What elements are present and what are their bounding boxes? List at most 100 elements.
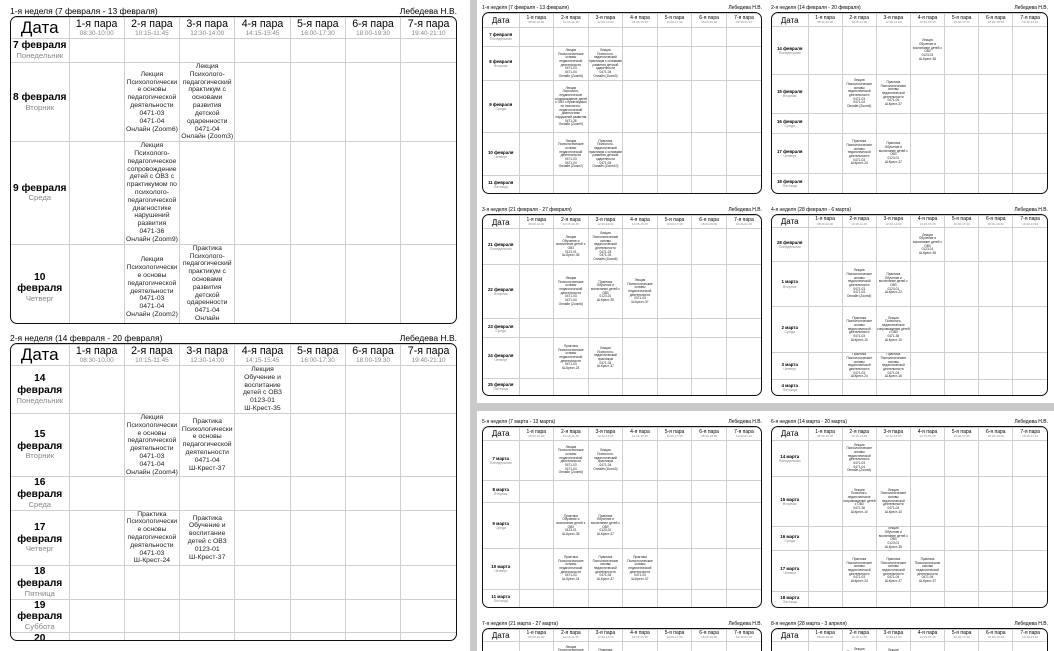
class-slot[interactable]: [656, 641, 693, 651]
class-slot[interactable]: [553, 175, 589, 193]
class-slot[interactable]: [691, 132, 727, 177]
class-slot[interactable]: [68, 141, 125, 245]
class-slot[interactable]: [841, 113, 877, 134]
class-slot[interactable]: [400, 631, 456, 640]
class-slot[interactable]: [1012, 525, 1047, 551]
class-slot[interactable]: [656, 439, 693, 481]
class-slot[interactable]: [1012, 439, 1047, 478]
class-slot[interactable]: Лекция Обучение и воспитание детей с ОВЗ 0…: [909, 26, 946, 75]
class-slot[interactable]: [179, 476, 236, 511]
class-slot[interactable]: [978, 261, 1014, 307]
class-slot[interactable]: [656, 548, 693, 590]
class-slot[interactable]: Практика Психологические основы педагогич…: [841, 132, 877, 174]
class-slot[interactable]: [656, 377, 693, 395]
class-slot[interactable]: [691, 548, 727, 590]
class-slot[interactable]: [123, 598, 181, 633]
class-slot[interactable]: [944, 305, 980, 354]
class-slot[interactable]: [978, 525, 1014, 551]
class-slot[interactable]: [1012, 73, 1047, 115]
class-slot[interactable]: [289, 61, 346, 143]
class-slot[interactable]: [691, 641, 727, 651]
class-slot[interactable]: [1012, 379, 1047, 395]
class-slot[interactable]: [807, 132, 843, 174]
class-slot[interactable]: [400, 598, 456, 633]
class-slot[interactable]: [622, 641, 658, 651]
class-slot[interactable]: Практика Психологические основы педагогич…: [841, 305, 877, 354]
class-slot[interactable]: [841, 590, 877, 607]
class-slot[interactable]: [656, 588, 693, 607]
class-slot[interactable]: [978, 439, 1014, 478]
class-slot[interactable]: [622, 501, 658, 550]
class-slot[interactable]: [807, 525, 843, 551]
class-slot[interactable]: Практика Обучение и воспитание детей с ОВ…: [587, 264, 624, 320]
class-slot[interactable]: ЛекцияПсихологические основы педагогичес…: [123, 412, 181, 478]
class-slot[interactable]: [944, 379, 980, 395]
class-slot[interactable]: [179, 38, 236, 63]
class-slot[interactable]: [841, 525, 877, 551]
class-slot[interactable]: [841, 172, 877, 193]
class-slot[interactable]: Практика Психологические основы педагогич…: [875, 352, 911, 381]
class-slot[interactable]: [68, 243, 125, 323]
class-slot[interactable]: [807, 352, 843, 381]
class-slot[interactable]: [1012, 172, 1047, 193]
class-slot[interactable]: [807, 172, 843, 193]
class-slot[interactable]: [909, 641, 946, 651]
class-slot[interactable]: Лекция Психолого-педагогическое сопровожд…: [875, 305, 911, 354]
class-slot[interactable]: [400, 365, 456, 414]
class-slot[interactable]: [587, 588, 624, 607]
class-slot[interactable]: [875, 113, 911, 134]
class-slot[interactable]: [725, 318, 761, 339]
class-slot[interactable]: [875, 590, 911, 607]
class-slot[interactable]: [725, 26, 761, 47]
class-slot[interactable]: [978, 113, 1014, 134]
class-slot[interactable]: [68, 365, 125, 414]
class-slot[interactable]: [944, 261, 980, 307]
class-slot[interactable]: [807, 26, 843, 75]
class-slot[interactable]: [289, 38, 346, 63]
class-slot[interactable]: [691, 26, 727, 47]
class-slot[interactable]: [400, 565, 456, 600]
class-slot[interactable]: [622, 45, 658, 82]
class-slot[interactable]: ЛекцияПсихологические основы педагогичес…: [841, 439, 877, 478]
class-slot[interactable]: Практика Психологические основы педагогич…: [622, 548, 658, 590]
class-slot[interactable]: Практика Психологические основы педагогич…: [875, 549, 911, 592]
class-slot[interactable]: [553, 26, 589, 47]
class-slot[interactable]: Практика Обучение и воспитание детей с ОВ…: [875, 132, 911, 174]
class-slot[interactable]: [1012, 476, 1047, 527]
class-slot[interactable]: Лекция Психолого-педагогический практикум…: [587, 337, 624, 379]
class-slot[interactable]: [68, 412, 125, 478]
class-slot[interactable]: [234, 141, 291, 245]
class-slot[interactable]: [179, 365, 236, 414]
class-slot[interactable]: Практика Обучение и воспитание детей с ОВ…: [553, 501, 589, 550]
class-slot[interactable]: [725, 377, 761, 395]
class-slot[interactable]: [1012, 113, 1047, 134]
class-slot[interactable]: [68, 38, 125, 63]
class-slot[interactable]: ПрактикаПсихолого-педагогический практик…: [587, 132, 624, 177]
class-slot[interactable]: [944, 132, 980, 174]
class-slot[interactable]: Практика Психологические основы педагогич…: [123, 509, 181, 567]
class-slot[interactable]: [875, 172, 911, 193]
class-slot[interactable]: [978, 26, 1014, 75]
class-slot[interactable]: [656, 264, 693, 320]
class-slot[interactable]: ЛекцияПсихологические основы педагогичес…: [553, 439, 589, 481]
class-slot[interactable]: [691, 175, 727, 193]
class-slot[interactable]: [622, 132, 658, 177]
class-slot[interactable]: Практика Психологические основы педагогич…: [179, 412, 236, 478]
class-slot[interactable]: [656, 132, 693, 177]
class-slot[interactable]: [978, 549, 1014, 592]
class-slot[interactable]: [400, 61, 456, 143]
class-slot[interactable]: ЛекцияПсихологические основы педагогичес…: [553, 264, 589, 320]
class-slot[interactable]: [807, 73, 843, 115]
class-slot[interactable]: ЛекцияПсихологические основы педагогичес…: [123, 243, 181, 323]
class-slot[interactable]: [518, 26, 555, 47]
class-slot[interactable]: [344, 243, 402, 323]
class-slot[interactable]: [400, 38, 456, 63]
class-slot[interactable]: Лекция Психолого-педагогический практикум…: [179, 61, 236, 143]
class-slot[interactable]: [518, 479, 555, 503]
class-slot[interactable]: Лекция Психолого-педагогическое сопровожд…: [553, 80, 589, 134]
class-slot[interactable]: [944, 73, 980, 115]
class-slot[interactable]: [587, 26, 624, 47]
class-slot[interactable]: [691, 45, 727, 82]
class-slot[interactable]: [725, 228, 761, 266]
class-slot[interactable]: [978, 73, 1014, 115]
